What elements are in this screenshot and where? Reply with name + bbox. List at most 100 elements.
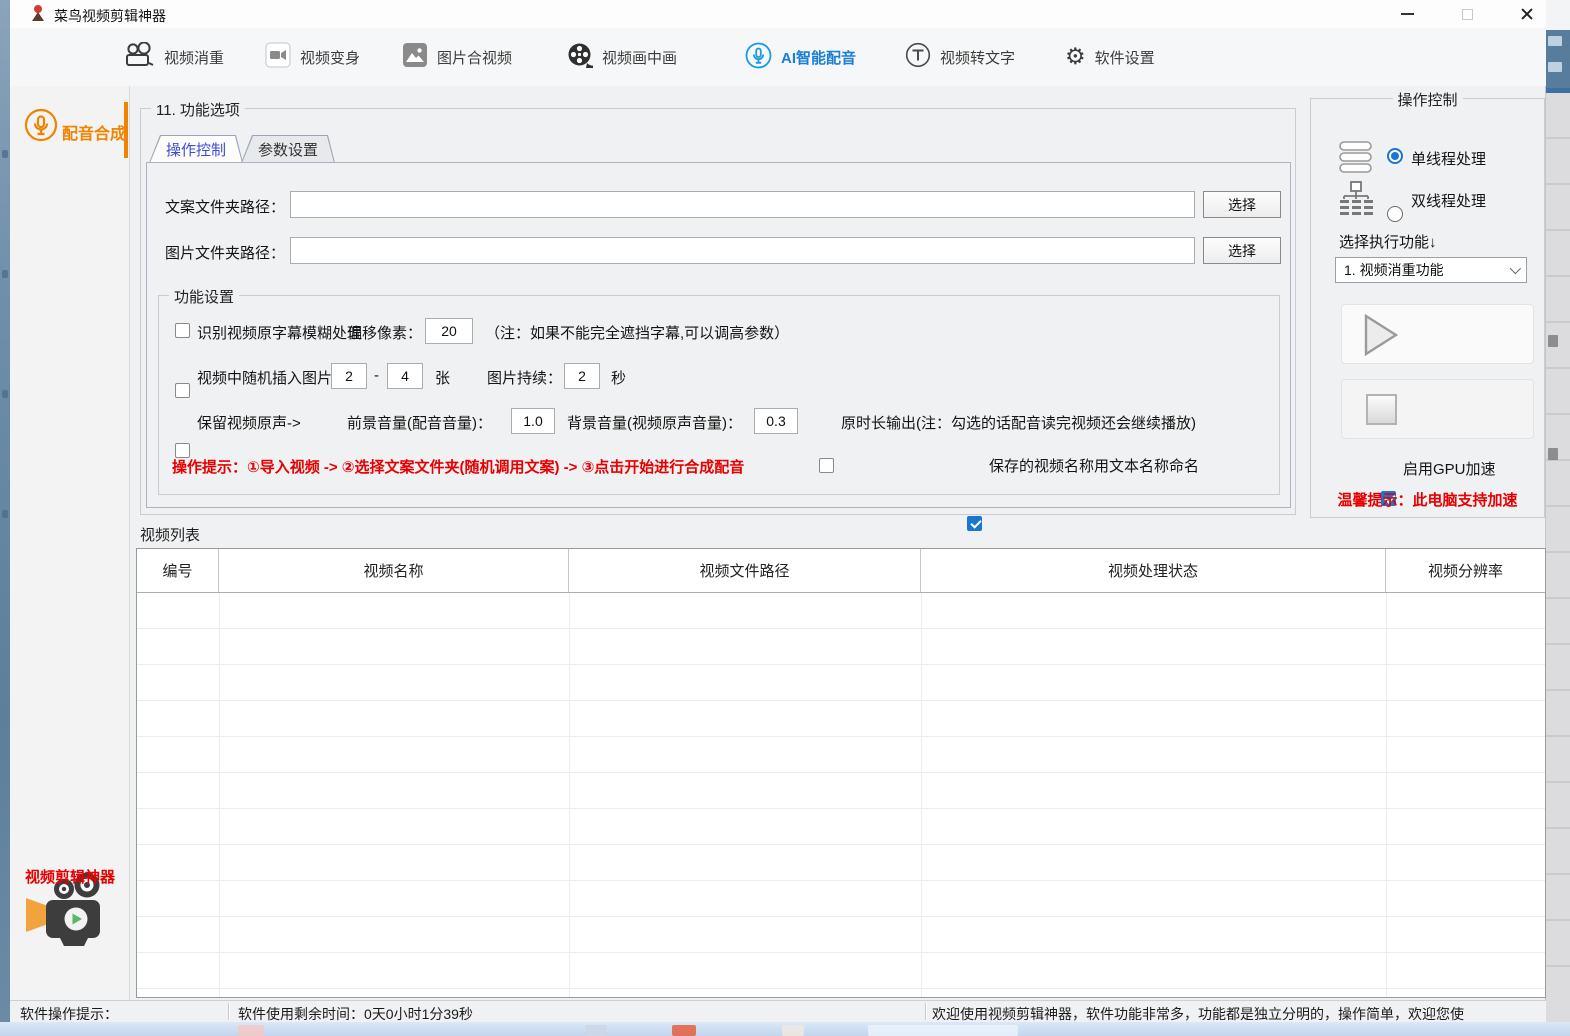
sidebar-item-label: 配音合成 [62,120,126,144]
video-list-table[interactable]: 编号 视频名称 视频文件路径 视频处理状态 视频分辨率 [136,548,1546,998]
single-thread-label: 单线程处理 [1411,148,1486,169]
movie-camera-icon [125,42,155,72]
window-title: 菜鸟视频剪辑神器 [54,6,166,26]
nav-bar: 视频消重 视频变身 图片合视频 [10,28,1546,86]
function-select[interactable]: 1. 视频消重功能 [1335,257,1527,283]
nav-item-image-to-video[interactable]: 图片合视频 [402,42,512,72]
save-name-label: 保存的视频名称用文本名称命名 [989,455,1199,476]
dual-thread-radio[interactable] [1387,206,1403,222]
function-select-value: 1. 视频消重功能 [1344,260,1444,280]
nav-item-ai-dubbing[interactable]: AI智能配音 [745,42,856,72]
function-options-group: 11. 功能选项 查看使用说明 操作控制 参数设置 文案文件夹路径： 选择 图片… [140,108,1296,515]
stop-icon [1366,394,1397,425]
random-insert-image-checkbox[interactable] [175,383,190,398]
script-folder-pick-button[interactable]: 选择 [1203,191,1281,218]
active-indicator [124,102,128,158]
single-thread-icon [1338,141,1374,178]
offset-note: （注：如果不能完全遮挡字幕,可以调高参数） [485,322,789,343]
random-insert-image-label: 视频中随机插入图片 [197,367,332,388]
app-icon [30,5,46,22]
group-title: 11. 功能选项 [151,99,245,120]
control-panel-title: 操作控制 [1392,89,1462,110]
film-reel-icon [567,42,593,72]
background-volume-label: 背景音量(视频原声音量)： [567,412,742,433]
microphone-icon [745,42,772,73]
app-window: 菜鸟视频剪辑神器 视频消重 视频 [10,0,1546,1022]
tab-operation-control[interactable]: 操作控制 [149,135,243,163]
settings-group-title: 功能设置 [169,286,239,307]
foreground-volume-input[interactable]: 1.0 [511,408,555,434]
script-folder-input[interactable] [290,191,1195,218]
offset-pixels-label: 偏移像素： [347,322,422,343]
play-icon [1364,314,1398,361]
unit-seconds-label: 秒 [611,367,626,388]
col-header-path[interactable]: 视频文件路径 [569,549,921,592]
video-list-title: 视频列表 [140,524,200,545]
range-dash: - [374,367,379,384]
status-left-label: 软件操作提示： [20,1004,118,1024]
camcorder-icon [265,42,291,72]
col-header-index[interactable]: 编号 [137,549,219,592]
status-remaining-time: 软件使用剩余时间：0天0小时1分39秒 [238,1004,473,1024]
nav-item-video-pip[interactable]: 视频画中画 [567,42,677,72]
image-duration-input[interactable]: 2 [564,363,600,389]
minimize-button[interactable] [1392,4,1422,24]
save-name-checkbox[interactable] [967,516,982,531]
maximize-button[interactable] [1452,4,1482,24]
original-duration-checkbox[interactable] [819,458,834,473]
microphone-icon [24,108,58,147]
title-bar: 菜鸟视频剪辑神器 [10,0,1546,28]
picture-icon [402,42,428,72]
dual-thread-icon [1337,181,1375,220]
start-button[interactable] [1341,304,1534,364]
col-header-name[interactable]: 视频名称 [219,549,569,592]
gpu-tip: 温馨提示：此电脑支持加速 [1337,489,1517,510]
stop-button[interactable] [1341,379,1534,439]
insert-min-input[interactable]: 2 [331,363,367,389]
status-welcome: 欢迎使用视频剪辑神器，软件功能非常多，功能都是独立分明的，操作简单，欢迎您使 [932,1004,1546,1024]
foreground-volume-label: 前景音量(配音音量)： [347,412,492,433]
nav-item-video-to-text[interactable]: 视频转文字 [905,42,1015,72]
script-folder-label: 文案文件夹路径： [165,196,285,217]
taskbar-sliver [0,1022,1570,1036]
operation-control-panel: 操作控制 单线程处理 双线程处理 选择执行功能↓ [1310,98,1545,518]
offset-pixels-input[interactable]: 20 [425,318,473,344]
image-folder-label: 图片文件夹路径： [165,242,285,263]
gear-icon: ⚙ [1065,46,1086,69]
table-header-row: 编号 视频名称 视频文件路径 视频处理状态 视频分辨率 [137,549,1545,593]
blur-subtitle-label: 识别视频原字幕模糊处理 [197,322,362,343]
status-bar: 软件操作提示： 软件使用剩余时间：0天0小时1分39秒 欢迎使用视频剪辑神器，软… [10,1000,1546,1022]
blur-subtitle-checkbox[interactable] [175,323,190,338]
nav-item-video-transform[interactable]: 视频变身 [265,42,360,72]
chevron-down-icon [1510,263,1521,274]
app-logo [24,872,116,972]
image-folder-pick-button[interactable]: 选择 [1203,237,1281,264]
tab-parameter-settings[interactable]: 参数设置 [241,135,335,163]
keep-original-audio-label: 保留视频原声-> [197,412,301,433]
sidebar-item-dubbing[interactable]: 配音合成 [10,100,130,162]
col-header-status[interactable]: 视频处理状态 [921,549,1386,592]
background-volume-input[interactable]: 0.3 [754,408,798,434]
gpu-accel-label: 启用GPU加速 [1403,458,1496,479]
dual-thread-label: 双线程处理 [1411,190,1486,211]
logo-label: 视频剪辑神器 [10,866,130,887]
table-body [137,593,1545,997]
insert-max-input[interactable]: 4 [387,363,423,389]
screen: 菜鸟视频剪辑神器 视频消重 视频 [0,0,1570,1036]
background-window-edge [1546,0,1570,1022]
unit-sheets-label: 张 [435,367,450,388]
image-folder-input[interactable] [290,237,1195,264]
letter-t-icon [905,42,931,72]
original-duration-label: 原时长输出(注：勾选的话配音读完视频还会继续播放) [841,412,1196,433]
desktop-edge-left [0,0,10,1022]
nav-item-settings[interactable]: ⚙ 软件设置 [1065,42,1155,72]
select-function-label: 选择执行功能↓ [1339,231,1437,252]
tab-panel: 文案文件夹路径： 选择 图片文件夹路径： 选择 功能设置 识别视频原字幕模糊处理… [146,162,1291,508]
feature-settings-group: 功能设置 识别视频原字幕模糊处理 偏移像素： 20 （注：如果不能完全遮挡字幕,… [158,295,1280,495]
close-button[interactable] [1510,4,1544,24]
image-duration-label: 图片持续： [487,367,562,388]
single-thread-radio[interactable] [1387,148,1403,164]
col-header-resolution[interactable]: 视频分辨率 [1386,549,1545,592]
sidebar: 配音合成 视频剪辑神器 [10,86,130,1000]
nav-item-video-dedupe[interactable]: 视频消重 [125,42,224,72]
